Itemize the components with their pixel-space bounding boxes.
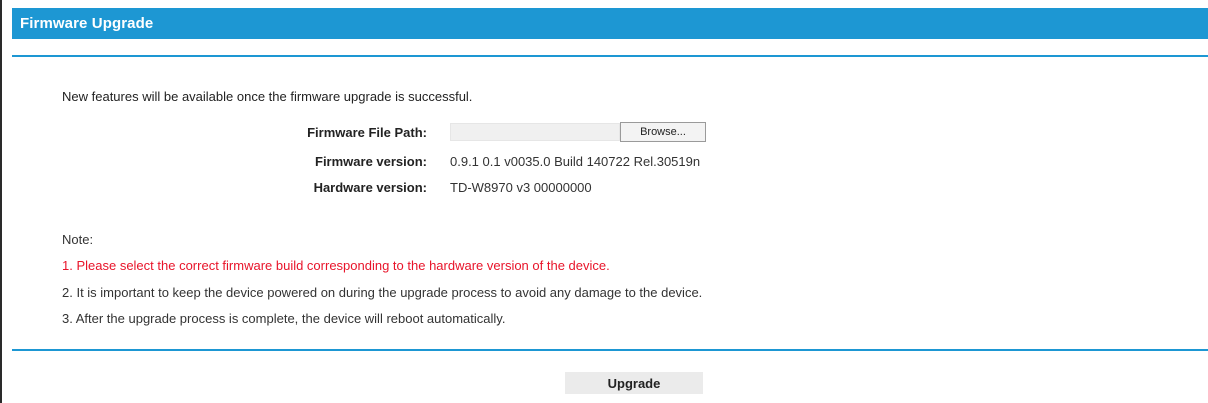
- firmware-version-value: 0.9.1 0.1 v0035.0 Build 140722 Rel.30519…: [450, 154, 701, 169]
- firmware-version-row: Firmware version: 0.9.1 0.1 v0035.0 Buil…: [2, 154, 700, 169]
- upgrade-button[interactable]: Upgrade: [565, 372, 703, 394]
- hardware-version-row: Hardware version: TD-W8970 v3 00000000: [2, 180, 592, 195]
- section-title-bar: Firmware Upgrade: [12, 8, 1208, 39]
- note-item-2: 2. It is important to keep the device po…: [62, 285, 703, 300]
- note-item-3: 3. After the upgrade process is complete…: [62, 311, 506, 326]
- browse-button[interactable]: Browse...: [620, 122, 706, 142]
- firmware-version-label: Firmware version:: [315, 154, 427, 169]
- hardware-version-value: TD-W8970 v3 00000000: [450, 180, 592, 195]
- note-item-1: 1. Please select the correct firmware bu…: [62, 258, 610, 273]
- section-title: Firmware Upgrade: [20, 15, 154, 32]
- file-path-label: Firmware File Path:: [307, 124, 427, 140]
- intro-text: New features will be available once the …: [62, 89, 473, 104]
- note-title: Note:: [62, 232, 94, 247]
- divider-bottom: [12, 349, 1208, 351]
- hardware-version-label: Hardware version:: [313, 180, 427, 195]
- file-path-input[interactable]: [450, 123, 620, 141]
- firmware-upgrade-panel: Firmware Upgrade New features will be av…: [0, 0, 1208, 403]
- divider-top: [12, 55, 1208, 57]
- file-path-row: Firmware File Path: Browse...: [2, 122, 706, 142]
